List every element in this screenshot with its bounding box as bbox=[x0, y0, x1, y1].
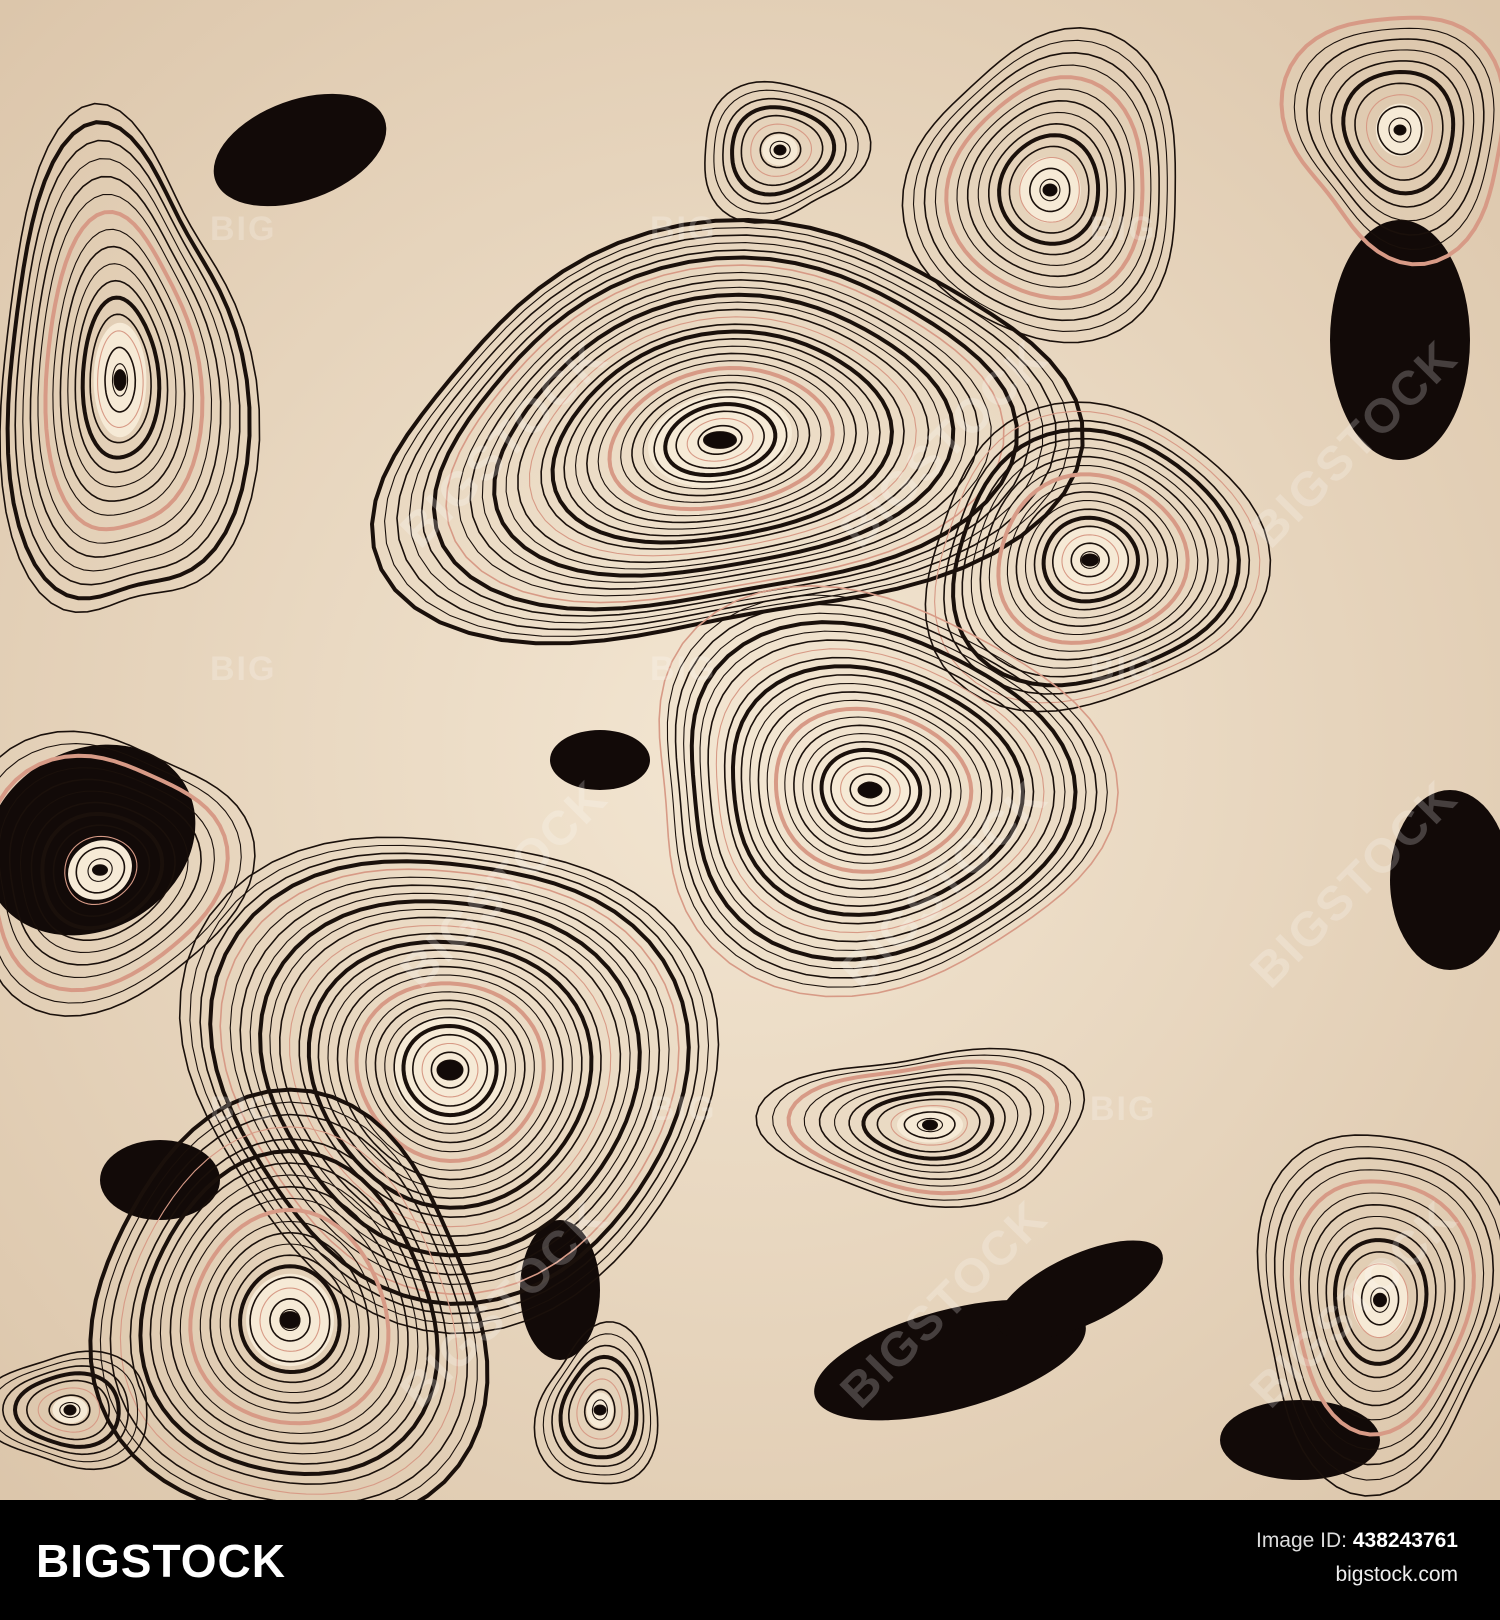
contour-eye bbox=[922, 1119, 938, 1131]
image-id-label: Image ID: bbox=[1255, 1529, 1348, 1552]
contour-eye bbox=[1042, 183, 1058, 197]
contour-eye bbox=[857, 781, 883, 799]
marble-swirl-artwork: BIG BIG BIG BIG BIG BIG BIG BIG BIG BIGS… bbox=[0, 0, 1500, 1500]
contour-eye bbox=[1081, 553, 1099, 567]
site-url: bigstock.com bbox=[1335, 1563, 1458, 1586]
stock-image-frame: BIG BIG BIG BIG BIG BIG BIG BIG BIG BIGS… bbox=[0, 0, 1500, 1620]
contour-pattern bbox=[0, 0, 1500, 1500]
dark-pool bbox=[520, 1220, 600, 1360]
contour-eye bbox=[113, 369, 127, 391]
contour-eye bbox=[773, 144, 787, 156]
image-id-line: Image ID: 438243761 bbox=[1256, 1524, 1458, 1558]
image-id-value: 438243761 bbox=[1352, 1529, 1458, 1552]
stock-footer-bar: BIGSTOCK Image ID: 438243761 bigstock.co… bbox=[0, 1500, 1500, 1620]
contour-eye bbox=[279, 1311, 301, 1329]
dark-pool bbox=[1220, 1400, 1380, 1480]
dark-pool bbox=[550, 730, 650, 790]
contour-eye bbox=[92, 864, 108, 876]
image-meta: Image ID: 438243761 bigstock.com bbox=[1256, 1524, 1458, 1592]
contour-eye bbox=[1393, 124, 1407, 136]
bigstock-logo: BIGSTOCK bbox=[36, 1535, 286, 1587]
contour-eye bbox=[593, 1404, 607, 1416]
contour-eye bbox=[703, 431, 737, 449]
contour-eye bbox=[1373, 1292, 1387, 1308]
contour-eye bbox=[63, 1404, 77, 1416]
contour-eye bbox=[436, 1059, 464, 1081]
